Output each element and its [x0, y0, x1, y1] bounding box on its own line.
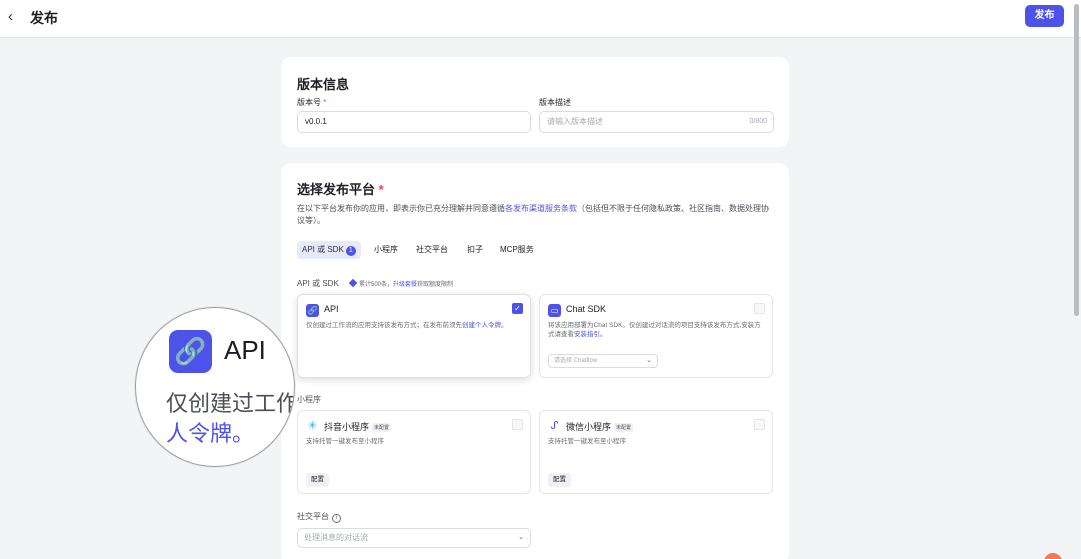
tab-mini-program[interactable]: 小程序 — [374, 241, 398, 259]
wechat-checkbox[interactable] — [754, 419, 765, 430]
tab-api-sdk[interactable]: API 或 SDK 1 — [297, 241, 361, 259]
status-badge: 未配置 — [372, 423, 392, 432]
assistant-float-icon[interactable] — [1044, 553, 1062, 559]
upgrade-link[interactable]: 升级套餐 — [393, 282, 417, 288]
chevron-left-icon[interactable]: ‹ — [8, 7, 22, 27]
version-info-card: 版本信息 版本号 * v0.0.1 版本描述 请输入版本描述 0/800 — [281, 57, 789, 147]
mini-section-title: 小程序 — [297, 395, 321, 404]
wechat-mini-icon: ᔑ — [550, 420, 559, 432]
douyin-checkbox[interactable] — [512, 419, 523, 430]
social-chatflow-select[interactable]: 处理消息的对话流 ⌄ — [297, 528, 531, 548]
chat-sdk-card-name: Chat SDK — [566, 304, 607, 314]
api-card-desc: 仅创建过工作流的应用支持该发布方式；在发布前须先创建个人令牌。 — [306, 321, 522, 330]
social-section-title-text: 社交平台 — [297, 512, 329, 521]
platform-description: 在以下平台发布你的应用，即表示你已充分理解并同意遵循各发布渠道服务条款（包括但不… — [297, 203, 773, 227]
required-mark: * — [323, 98, 327, 107]
char-counter: 0/800 — [749, 118, 767, 125]
wechat-name-text: 微信小程序 — [566, 422, 612, 432]
create-token-link[interactable]: 创建个人令牌。 — [462, 322, 508, 329]
publish-button[interactable]: 发布 — [1025, 5, 1064, 27]
magnified-desc-line1: 仅创建过工作 — [166, 391, 295, 416]
chatflow-select-placeholder: 请选择 Chatflow — [554, 358, 598, 364]
chat-sdk-card[interactable]: ▭ Chat SDK 将该应用部署为Chat SDK。仅创建过对话流的项目支持该… — [539, 294, 773, 378]
platform-title-text: 选择发布平台 — [297, 182, 376, 197]
wechat-card[interactable]: ᔑ 微信小程序 未配置 支持托管一键发布至小程序 配置 — [539, 410, 773, 494]
top-bar: ‹ 发布 发布 — [0, 0, 1081, 38]
api-section-title: API 或 SDK — [297, 279, 339, 288]
api-checkbox[interactable]: ✓ — [512, 303, 523, 314]
douyin-card-desc: 支持托管一键发布至小程序 — [306, 438, 384, 445]
status-badge: 未配置 — [614, 423, 634, 432]
magnified-api-name: API — [224, 335, 266, 365]
magnifier-overlay: 🔗 API 仅创建过工作 人令牌。 — [135, 307, 295, 467]
version-desc-placeholder: 请输入版本描述 — [547, 117, 603, 126]
terms-link[interactable]: 各发布渠道服务条款 — [505, 204, 577, 213]
diamond-icon — [348, 278, 358, 288]
required-mark: * — [378, 182, 384, 197]
tab-api-sdk-label: API 或 SDK — [302, 245, 344, 254]
wechat-card-desc: 支持托管一键发布至小程序 — [548, 438, 626, 445]
chevron-down-icon: ⌄ — [518, 534, 524, 541]
version-desc-label: 版本描述 — [539, 98, 571, 107]
info-icon[interactable]: i — [332, 514, 341, 523]
scrollbar[interactable] — [1074, 4, 1079, 316]
version-number-input[interactable]: v0.0.1 — [297, 111, 531, 133]
tab-mcp[interactable]: MCP服务 — [500, 241, 534, 259]
platform-card: 选择发布平台 * 在以下平台发布你的应用，即表示你已充分理解并同意遵循各发布渠道… — [281, 163, 789, 559]
tab-coze[interactable]: 扣子 — [467, 241, 483, 259]
link-icon: 🔗 — [306, 304, 319, 317]
magnified-desc-line2: 人令牌。 — [166, 421, 255, 446]
chatflow-select[interactable]: 请选择 Chatflow ⌄ — [548, 354, 658, 368]
platform-title: 选择发布平台 * — [297, 179, 384, 198]
version-number-label-text: 版本号 — [297, 98, 321, 107]
chat-window-icon: ▭ — [548, 304, 561, 317]
douyin-card[interactable]: ✳ 抖音小程序 未配置 支持托管一键发布至小程序 配置 — [297, 410, 531, 494]
api-card-name: API — [324, 304, 339, 314]
version-info-title: 版本信息 — [297, 77, 350, 92]
link-icon: 🔗 — [169, 330, 212, 373]
quota-after: 获取额度限制 — [417, 282, 454, 288]
page-title: 发布 — [30, 10, 58, 26]
desc-before: 在以下平台发布你的应用，即表示你已充分理解并同意遵循 — [297, 204, 505, 213]
chat-sdk-checkbox[interactable] — [754, 303, 765, 314]
api-card[interactable]: 🔗 API 仅创建过工作流的应用支持该发布方式；在发布前须先创建个人令牌。 ✓ — [297, 294, 531, 378]
api-card-desc-text: 仅创建过工作流的应用支持该发布方式；在发布前须先 — [306, 322, 462, 329]
social-section-title: 社交平台 i — [297, 511, 341, 523]
version-number-label: 版本号 * — [297, 97, 326, 108]
chevron-down-icon: ⌄ — [646, 357, 652, 364]
douyin-config-button[interactable]: 配置 — [306, 473, 329, 487]
social-select-placeholder: 处理消息的对话流 — [304, 533, 368, 542]
douyin-card-name: 抖音小程序 未配置 — [324, 420, 392, 433]
chat-sdk-card-desc: 将该应用部署为Chat SDK。仅创建过对话流的项目支持该发布方式,安装方式请查… — [548, 321, 764, 339]
version-desc-input[interactable]: 请输入版本描述 0/800 — [539, 111, 774, 133]
wechat-card-name: 微信小程序 未配置 — [566, 420, 634, 433]
douyin-name-text: 抖音小程序 — [324, 422, 370, 432]
tab-social[interactable]: 社交平台 — [416, 241, 448, 259]
quota-text: 累计500条， — [359, 282, 394, 288]
douyin-icon: ✳ — [307, 420, 318, 432]
install-guide-link[interactable]: 安装指引。 — [574, 331, 607, 338]
tab-count-badge: 1 — [345, 246, 356, 256]
wechat-config-button[interactable]: 配置 — [548, 473, 571, 487]
quota-info: 累计500条，升级套餐获取额度限制 — [348, 278, 454, 288]
